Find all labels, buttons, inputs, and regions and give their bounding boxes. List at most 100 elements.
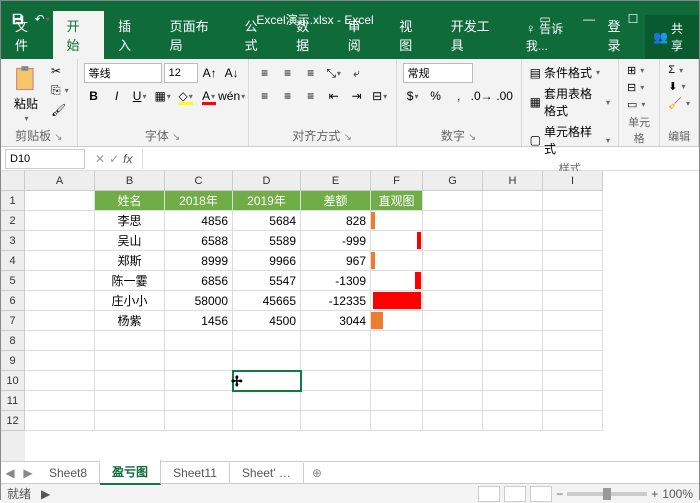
cell[interactable]: [371, 351, 423, 371]
worksheet-grid[interactable]: 123456789101112 ABCDEFGHI 姓名2018年2019年差额…: [1, 171, 699, 461]
cell[interactable]: 6588: [165, 231, 233, 251]
row-header[interactable]: 6: [1, 291, 25, 311]
align-center-icon[interactable]: ≡: [278, 86, 298, 106]
col-header[interactable]: C: [165, 171, 233, 191]
tab-insert[interactable]: 插入: [104, 11, 156, 59]
cell[interactable]: [165, 331, 233, 351]
cell[interactable]: [371, 211, 423, 231]
tell-me[interactable]: ♀ 告诉我...: [512, 15, 594, 59]
macro-record-icon[interactable]: ▶: [41, 487, 50, 501]
conditional-format-button[interactable]: ▤条件格式▾: [528, 63, 602, 82]
cell[interactable]: [543, 251, 603, 271]
cell[interactable]: 4856: [165, 211, 233, 231]
cell[interactable]: 58000: [165, 291, 233, 311]
tab-file[interactable]: 文件: [1, 11, 53, 59]
cell[interactable]: [423, 331, 483, 351]
cell[interactable]: [165, 371, 233, 391]
row-header[interactable]: 8: [1, 331, 25, 351]
sheet-tab[interactable]: Sheet8: [37, 463, 100, 483]
cell[interactable]: [543, 311, 603, 331]
autosum-button[interactable]: Σ▾: [666, 63, 685, 77]
cell[interactable]: [95, 331, 165, 351]
underline-button[interactable]: U▾: [130, 86, 150, 106]
cell[interactable]: [483, 391, 543, 411]
name-box[interactable]: D10: [5, 149, 85, 169]
cell[interactable]: [483, 331, 543, 351]
cell[interactable]: [483, 251, 543, 271]
cell[interactable]: 5547: [233, 271, 301, 291]
tab-dev[interactable]: 开发工具: [437, 11, 512, 59]
normal-view-icon[interactable]: [478, 486, 500, 502]
currency-icon[interactable]: $▾: [403, 86, 423, 106]
cell[interactable]: [371, 391, 423, 411]
cell[interactable]: [371, 331, 423, 351]
cell[interactable]: [233, 391, 301, 411]
cell[interactable]: 8999: [165, 251, 233, 271]
align-right-icon[interactable]: ≡: [301, 86, 321, 106]
cell[interactable]: [483, 271, 543, 291]
cell[interactable]: 陈一霎: [95, 271, 165, 291]
cell[interactable]: [25, 331, 95, 351]
cell[interactable]: [543, 411, 603, 431]
clipboard-launcher-icon[interactable]: ↘: [54, 132, 62, 143]
cell[interactable]: [423, 231, 483, 251]
cell[interactable]: [25, 191, 95, 211]
increase-decimal-icon[interactable]: .0→: [472, 86, 492, 106]
cell[interactable]: 45665: [233, 291, 301, 311]
col-header[interactable]: F: [371, 171, 423, 191]
cell[interactable]: [423, 371, 483, 391]
col-header[interactable]: I: [543, 171, 603, 191]
cell[interactable]: [483, 411, 543, 431]
increase-font-icon[interactable]: A↑: [200, 63, 220, 83]
align-bottom-icon[interactable]: ≡: [301, 63, 321, 83]
cell[interactable]: [25, 391, 95, 411]
cell[interactable]: 2018年: [165, 191, 233, 211]
cell[interactable]: [483, 231, 543, 251]
zoom-in-icon[interactable]: +: [651, 487, 658, 501]
cell[interactable]: 李思: [95, 211, 165, 231]
cell[interactable]: [423, 411, 483, 431]
cell[interactable]: [423, 251, 483, 271]
cell[interactable]: [371, 291, 423, 311]
cell[interactable]: 5589: [233, 231, 301, 251]
cell[interactable]: [25, 291, 95, 311]
cell[interactable]: 4500: [233, 311, 301, 331]
align-top-icon[interactable]: ≡: [255, 63, 275, 83]
page-layout-view-icon[interactable]: [504, 486, 526, 502]
cell[interactable]: [25, 351, 95, 371]
cell[interactable]: [301, 411, 371, 431]
cut-button[interactable]: ✂: [49, 63, 71, 79]
cell[interactable]: [423, 271, 483, 291]
cell[interactable]: -999: [301, 231, 371, 251]
row-header[interactable]: 3: [1, 231, 25, 251]
indent-inc-icon[interactable]: ⇥: [347, 86, 367, 106]
col-header[interactable]: H: [483, 171, 543, 191]
delete-cells-button[interactable]: ⊟▾: [625, 80, 646, 95]
formula-bar[interactable]: [142, 149, 699, 169]
cell[interactable]: -12335: [301, 291, 371, 311]
format-cells-button[interactable]: ▭▾: [625, 97, 647, 112]
format-painter-button[interactable]: 🖌: [49, 102, 71, 118]
zoom-slider[interactable]: [567, 492, 647, 496]
cell[interactable]: [483, 191, 543, 211]
cell[interactable]: [483, 291, 543, 311]
sheet-tab[interactable]: Sheet' …: [230, 463, 304, 483]
row-header[interactable]: 5: [1, 271, 25, 291]
cell[interactable]: [371, 311, 423, 331]
tab-home[interactable]: 开始: [53, 11, 105, 59]
cell[interactable]: [543, 391, 603, 411]
percent-icon[interactable]: %: [426, 86, 446, 106]
cell[interactable]: [301, 371, 371, 391]
col-header[interactable]: E: [301, 171, 371, 191]
cell[interactable]: [25, 251, 95, 271]
cell[interactable]: [543, 351, 603, 371]
cell[interactable]: -1309: [301, 271, 371, 291]
font-size-combo[interactable]: 12: [164, 63, 198, 83]
cell[interactable]: [233, 331, 301, 351]
cell[interactable]: [165, 351, 233, 371]
comma-icon[interactable]: ,: [449, 86, 469, 106]
fx-icon[interactable]: fx: [123, 152, 132, 166]
cell[interactable]: [233, 371, 301, 391]
cell[interactable]: [371, 251, 423, 271]
row-header[interactable]: 9: [1, 351, 25, 371]
